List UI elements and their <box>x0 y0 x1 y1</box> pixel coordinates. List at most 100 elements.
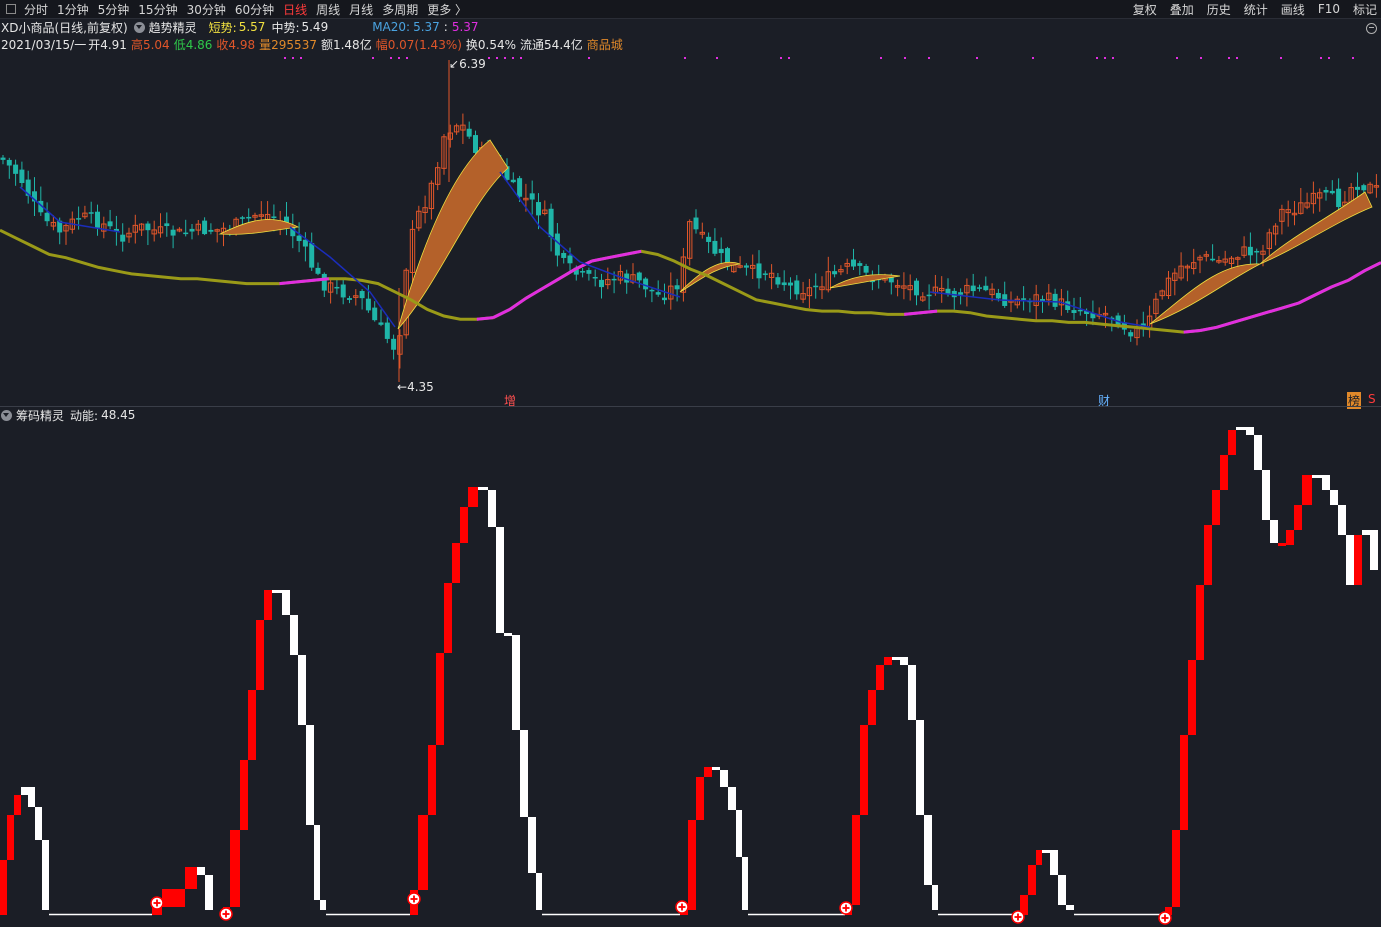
signal-dot <box>1320 57 1322 59</box>
period-more[interactable]: 更多 〉 <box>427 1 467 18</box>
candle-body <box>1254 250 1260 253</box>
candle-body <box>170 229 176 236</box>
energy-step <box>860 725 868 815</box>
candle-body <box>145 223 151 231</box>
energy-step <box>1212 490 1220 525</box>
candle-body <box>832 271 838 275</box>
candle-body <box>365 298 371 311</box>
candle-body <box>983 285 989 291</box>
period-weekly[interactable]: 周线 <box>316 1 340 18</box>
rights-adjust-button[interactable]: 复权 <box>1133 1 1157 18</box>
candle-body <box>340 284 346 298</box>
energy-step <box>1180 735 1188 830</box>
candle-body <box>517 178 523 197</box>
overlay-button[interactable]: 叠加 <box>1170 1 1194 18</box>
energy-step <box>1254 435 1262 470</box>
draw-line-button[interactable]: 画线 <box>1281 1 1305 18</box>
candle-body <box>120 234 126 242</box>
energy-step <box>256 620 264 690</box>
candle-body <box>315 267 321 274</box>
signal-dot <box>488 57 490 59</box>
energy-step <box>688 820 696 910</box>
energy-step <box>436 653 444 745</box>
signal-dot <box>880 57 882 59</box>
period-5min[interactable]: 5分钟 <box>98 1 130 18</box>
signal-dot <box>1032 57 1034 59</box>
candle-body <box>977 287 982 289</box>
sub-indicator-dropdown-icon[interactable] <box>1 409 12 421</box>
low-price-marker: ←4.35 <box>397 380 434 394</box>
candle-body <box>794 280 800 295</box>
energy-step <box>14 795 21 815</box>
energy-step <box>892 657 900 660</box>
bar-volume: 量295537 <box>259 37 317 52</box>
energy-step <box>1058 875 1066 905</box>
signal-dot <box>496 57 498 59</box>
candle-body <box>536 202 541 216</box>
ohlc-legend: 2021/03/15/一 开4.91 高5.04 低4.86 收4.98 量29… <box>1 36 623 52</box>
candle-body <box>296 235 302 242</box>
indicator-dropdown-icon[interactable] <box>133 21 145 33</box>
indicator-name[interactable]: 趋势精灵 <box>149 19 197 36</box>
bar-amount: 额1.48亿 <box>320 37 372 52</box>
energy-step <box>1322 475 1330 490</box>
period-1min[interactable]: 1分钟 <box>57 1 89 18</box>
candle-body <box>321 273 327 291</box>
energy-step <box>1188 660 1196 735</box>
energy-step <box>1228 430 1236 455</box>
period-monthly[interactable]: 月线 <box>349 1 373 18</box>
energy-step <box>712 767 720 770</box>
signal-dot <box>398 57 400 59</box>
candlestick-chart[interactable] <box>0 52 1381 406</box>
energy-step <box>932 885 938 910</box>
period-fenshi[interactable]: 分时 <box>24 1 48 18</box>
energy-step <box>444 583 452 653</box>
sub-indicator-name[interactable]: 筹码精灵 <box>16 407 64 424</box>
energy-step <box>468 487 478 507</box>
energy-step <box>306 725 314 825</box>
event-tag-s[interactable]: S <box>1368 392 1376 406</box>
energy-step <box>528 817 536 873</box>
candle-body <box>762 273 768 275</box>
candle-body <box>914 280 919 296</box>
high-price-marker: ↙6.39 <box>449 57 486 71</box>
candle-body <box>970 285 976 292</box>
candle-body <box>95 211 100 228</box>
energy-step <box>1354 535 1362 585</box>
candle-body <box>271 216 277 218</box>
energy-step <box>418 815 428 890</box>
sub-legend: 筹码精灵 动能: 48.45 <box>1 407 135 423</box>
candle-body <box>775 277 781 285</box>
candle-body <box>473 135 478 153</box>
energy-step <box>230 830 240 907</box>
period-multi[interactable]: 多周期 <box>382 1 418 18</box>
candle-body <box>378 322 384 325</box>
period-30min[interactable]: 30分钟 <box>187 1 226 18</box>
short-trend-label: 短势: <box>208 20 237 35</box>
mark-button[interactable]: 标记 <box>1353 1 1377 18</box>
candle-body <box>636 272 642 281</box>
signal-dot <box>1280 57 1282 59</box>
energy-step <box>28 787 35 807</box>
collapse-icon[interactable] <box>1366 23 1377 34</box>
candle-body <box>6 159 12 166</box>
candle-body <box>580 271 586 273</box>
period-60min[interactable]: 60分钟 <box>235 1 274 18</box>
candle-body <box>202 220 208 235</box>
energy-step <box>197 867 205 875</box>
toolbar-right: 复权 叠加 历史 统计 画线 F10 标记 <box>1120 0 1381 18</box>
period-15min[interactable]: 15分钟 <box>138 1 177 18</box>
statistics-button[interactable]: 统计 <box>1244 1 1268 18</box>
window-toggle-icon[interactable] <box>6 4 16 14</box>
energy-step <box>868 690 876 725</box>
f10-button[interactable]: F10 <box>1318 2 1340 16</box>
signal-dot <box>788 57 790 59</box>
energy-step <box>504 633 512 636</box>
history-button[interactable]: 历史 <box>1207 1 1231 18</box>
energy-step <box>185 867 197 889</box>
signal-dot <box>1112 57 1114 59</box>
signal-dot <box>976 57 978 59</box>
candle-body <box>926 294 932 297</box>
energy-chart[interactable] <box>0 407 1381 927</box>
period-daily[interactable]: 日线 <box>283 1 307 18</box>
